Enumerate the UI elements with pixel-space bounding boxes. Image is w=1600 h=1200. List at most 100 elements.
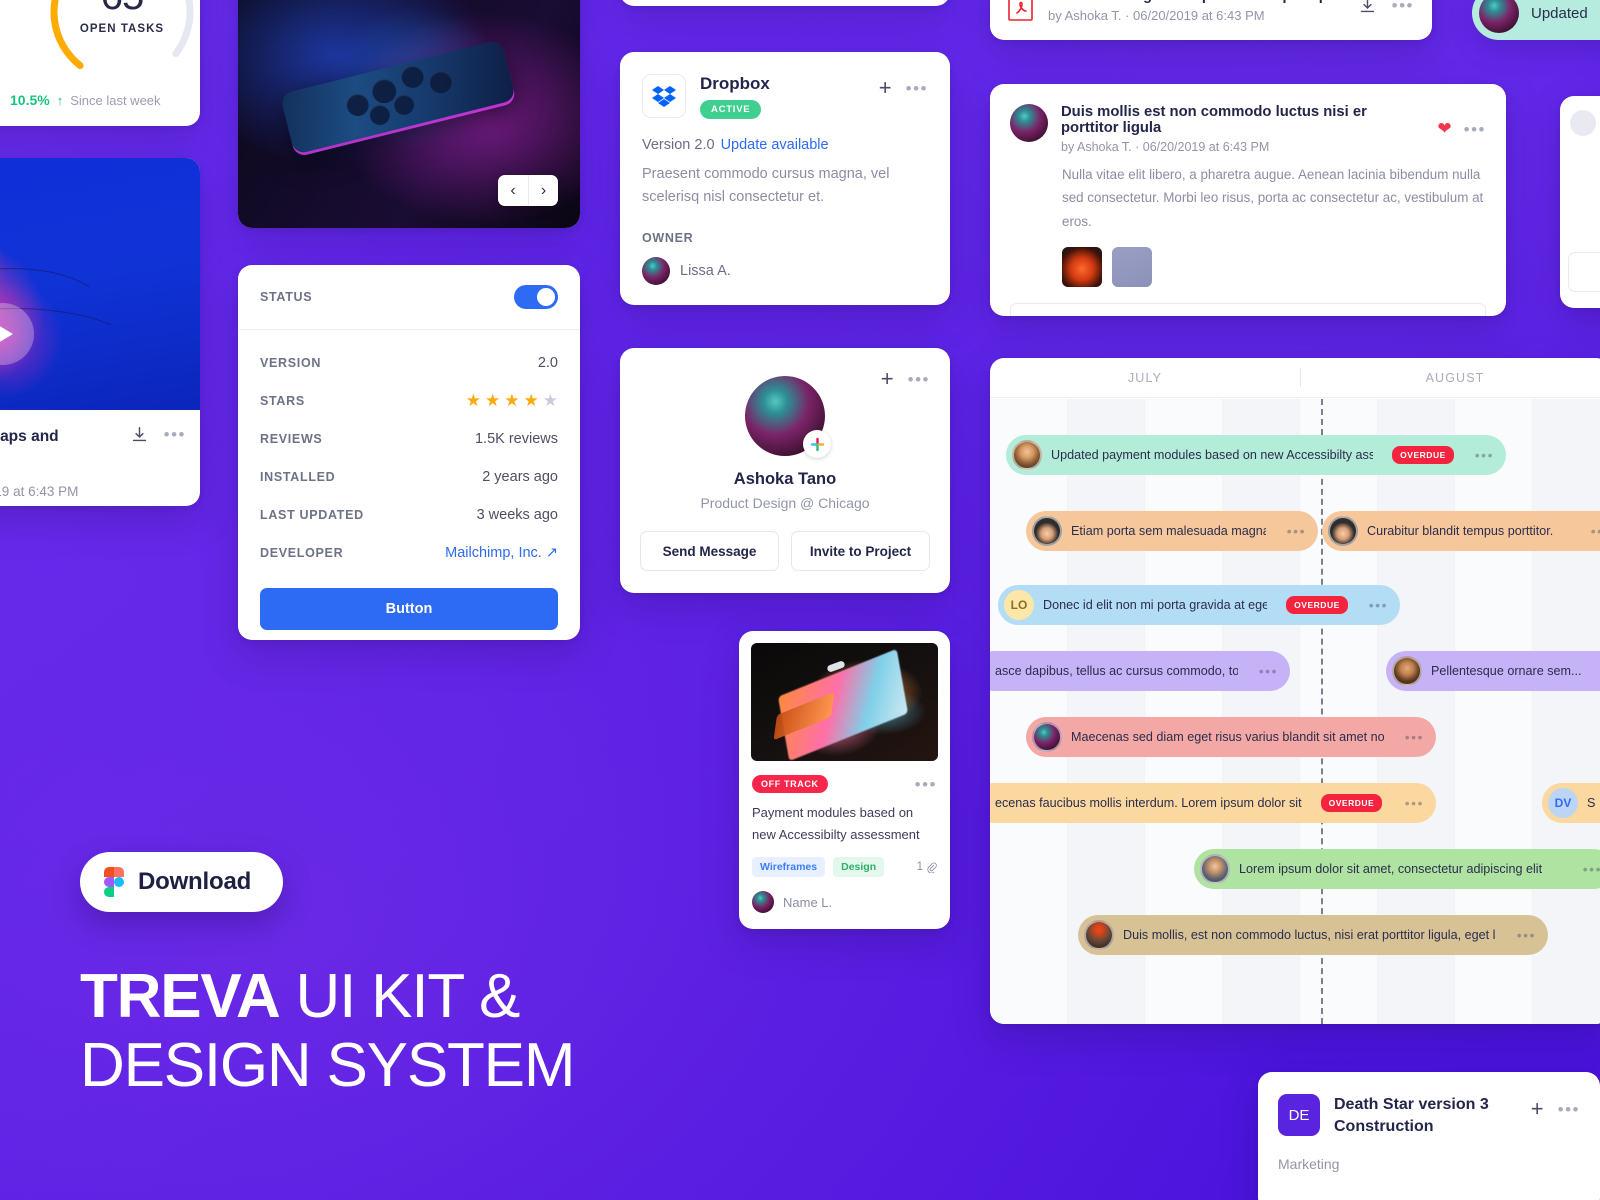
more-icon[interactable]: ••• — [906, 80, 928, 97]
attachment-thumbnail[interactable] — [1062, 247, 1102, 288]
version-row: Version 2.0 Update available — [620, 119, 950, 153]
carousel-next-button[interactable]: › — [528, 175, 558, 206]
updated-notification-pill[interactable]: Updated — [1472, 0, 1600, 40]
comment-attachments — [990, 233, 1506, 288]
update-link[interactable]: Update available — [721, 137, 829, 153]
overdue-badge: OVERDUE — [1286, 596, 1348, 614]
avatar — [1032, 722, 1062, 752]
attachment-count: 1 — [917, 861, 937, 873]
tag-design[interactable]: Design — [833, 857, 885, 877]
timeline-task-bar[interactable]: Curabitur blandit tempus porttitor. ••• — [1322, 511, 1600, 551]
tag-wireframes[interactable]: Wireframes — [752, 857, 826, 877]
more-icon[interactable]: ••• — [1247, 663, 1290, 679]
timeline-task-bar[interactable]: Pellentesque ornare sem... ••• — [1386, 651, 1600, 691]
image-carousel-card[interactable]: ‹ › — [238, 0, 580, 228]
timeline-task-bar[interactable]: ecenas faucibus mollis interdum. Lorem i… — [990, 783, 1436, 823]
star-rating[interactable]: ★ ★ ★ ★ ★ — [466, 391, 558, 411]
pdf-file-card[interactable]: Death Star original maps and blueprint.p… — [990, 0, 1432, 40]
heart-icon[interactable]: ❤ — [1437, 119, 1451, 139]
more-icon[interactable]: ••• — [164, 426, 186, 443]
video-file-card[interactable]: original maps and p4 . · 06/20/2019 at 6… — [0, 158, 200, 506]
star-icon: ★ — [485, 391, 501, 410]
project-header: DE Death Star version 3 Construction + •… — [1258, 1072, 1600, 1138]
status-toggle[interactable] — [514, 285, 558, 309]
owner-label: OWNER — [642, 231, 694, 246]
partial-input-box — [1568, 252, 1600, 292]
more-icon[interactable]: ••• — [908, 371, 930, 388]
project-avatar: DE — [1278, 1094, 1320, 1136]
plus-icon[interactable]: + — [881, 368, 894, 390]
video-actions: ••• — [131, 426, 186, 443]
partial-card-top — [620, 0, 950, 6]
comment-title: Duis mollis est non commodo luctus nisi … — [1061, 104, 1367, 136]
attachment-thumbnail[interactable] — [1112, 247, 1152, 288]
invite-to-project-button[interactable]: Invite to Project — [791, 531, 930, 571]
avatar — [1012, 440, 1042, 470]
avatar — [1010, 104, 1048, 142]
timeline-task-label: ecenas faucibus mollis interdum. Lorem i… — [995, 796, 1302, 810]
download-label: Download — [138, 868, 252, 895]
more-icon[interactable]: ••• — [1579, 523, 1600, 539]
more-icon[interactable]: ••• — [1275, 523, 1318, 539]
timeline-header: JULY AUGUST — [990, 358, 1600, 398]
more-icon[interactable]: ••• — [1558, 1101, 1580, 1118]
project-task-card[interactable]: OFF TRACK ••• Payment modules based on n… — [739, 631, 950, 929]
more-icon[interactable]: ••• — [1357, 597, 1400, 613]
project-title-line1: Death Star version 3 — [1334, 1096, 1489, 1113]
profile-avatar-wrap — [745, 376, 831, 458]
avatar — [1032, 516, 1062, 546]
task-thumbnail — [751, 643, 938, 761]
plus-icon[interactable]: + — [1531, 1098, 1544, 1120]
dropbox-header: Dropbox ACTIVE + ••• — [620, 52, 950, 119]
profile-name: Ashoka Tano — [733, 470, 837, 488]
download-icon[interactable] — [131, 426, 148, 443]
carousel-prev-button[interactable]: ‹ — [498, 175, 528, 206]
open-tasks-value: 65 — [42, 0, 200, 19]
timeline-task-bar[interactable]: Lorem ipsum dolor sit amet, consectetur … — [1194, 849, 1600, 889]
slack-icon — [803, 430, 831, 458]
more-icon[interactable]: ••• — [1464, 121, 1486, 138]
more-icon[interactable]: ••• — [915, 776, 937, 793]
timeline-task-bar[interactable]: Etiam porta sem malesuada magna... ••• — [1026, 511, 1318, 551]
detail-row-label: VERSION — [260, 356, 322, 370]
more-icon[interactable]: ••• — [1505, 927, 1548, 943]
timeline-task-bar[interactable]: Duis mollis, est non commodo luctus, nis… — [1078, 915, 1548, 955]
more-icon[interactable]: ••• — [1463, 447, 1506, 463]
send-message-button[interactable]: Send Message — [640, 531, 779, 571]
profile-role: Product Design @ Chicago — [700, 495, 870, 511]
delta-note: Since last week — [70, 93, 161, 108]
download-button[interactable]: Download — [80, 852, 284, 912]
developer-link[interactable]: Mailchimp, Inc. ↗ — [445, 545, 558, 561]
project-actions: + ••• — [1531, 1094, 1580, 1120]
more-icon[interactable]: ••• — [1571, 861, 1600, 877]
app-description: Praesent commodo cursus magna, vel scele… — [642, 166, 890, 206]
star-icon: ★ — [504, 391, 520, 410]
owner-section: OWNER Lissa A. — [620, 209, 950, 286]
reply-input-box[interactable]: @ Reply — [1010, 303, 1486, 316]
star-icon: ★ — [465, 391, 481, 410]
overdue-badge: OVERDUE — [1392, 446, 1454, 464]
file-title: Death Star original maps and blueprint.p… — [1048, 0, 1341, 4]
plus-icon[interactable]: + — [879, 77, 892, 99]
more-icon[interactable]: ••• — [1392, 0, 1414, 14]
play-icon — [0, 325, 13, 343]
carousel-nav[interactable]: ‹ › — [498, 175, 558, 206]
timeline-task-bar[interactable]: asce dapibus, tellus ac cursus commodo, … — [990, 651, 1290, 691]
avatar — [1479, 0, 1519, 33]
more-icon[interactable]: ••• — [1593, 663, 1600, 679]
donut-chart: 65 OPEN TASKS — [42, 0, 200, 92]
more-icon[interactable]: ••• — [1393, 729, 1436, 745]
timeline-task-bar[interactable]: Updated payment modules based on new Acc… — [1006, 435, 1506, 475]
avatar — [752, 891, 774, 913]
timeline-task-bar[interactable]: LO Donec id elit non mi porta gravida at … — [998, 585, 1400, 625]
page-title: TREVA UI KIT & DESIGN SYSTEM — [80, 962, 840, 1101]
download-icon[interactable] — [1359, 0, 1376, 14]
timeline-task-bar[interactable]: DVS••• — [1542, 783, 1600, 823]
details-rows: VERSION 2.0 STARS ★ ★ ★ ★ ★ REVIEWS 1.5K reviews I… — [238, 330, 580, 572]
more-icon[interactable]: ••• — [1393, 795, 1436, 811]
profile-actions: + ••• — [881, 368, 930, 390]
app-details-card: STATUS VERSION 2.0 STARS ★ ★ ★ ★ ★ REVIEWS 1.5K r… — [238, 265, 580, 640]
timeline-task-bar[interactable]: Maecenas sed diam eget risus varius blan… — [1026, 717, 1436, 757]
primary-button[interactable]: Button — [260, 588, 558, 630]
partial-card-right — [1560, 96, 1600, 308]
